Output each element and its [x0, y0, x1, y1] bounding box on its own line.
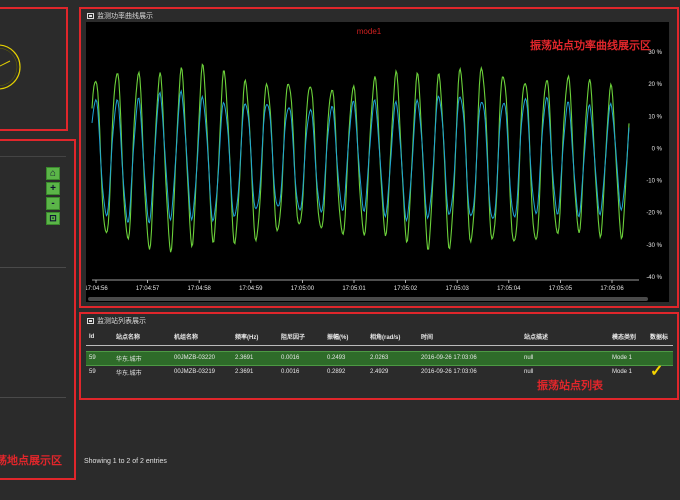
x-tick-label: 17:04:58 — [188, 286, 212, 292]
home-icon[interactable]: ⌂ — [46, 167, 60, 180]
chart-panel-header: 监测功率曲线展示 — [87, 11, 153, 21]
table-cell: 0.2493 — [324, 350, 367, 366]
table-cell: null — [521, 350, 609, 366]
table-cell: 2.3691 — [232, 350, 278, 366]
x-tick-label: 17:05:06 — [600, 286, 624, 292]
column-header[interactable]: 振幅(%) — [324, 329, 367, 346]
map-divider — [0, 397, 66, 398]
table-panel-header: 监测站列表展示 — [87, 316, 146, 326]
table-region-annotation: 振荡站点列表 — [537, 379, 603, 392]
zoom-in-icon[interactable]: + — [46, 182, 60, 195]
chart-scrollbar — [88, 297, 648, 301]
table-cell: 00JMZB-03220 — [171, 350, 232, 366]
column-header[interactable]: 机组名称 — [171, 329, 232, 346]
table-cell: 0.0016 — [281, 369, 300, 376]
zoom-out-icon[interactable]: - — [46, 197, 60, 210]
column-header[interactable]: 站点名称 — [113, 329, 171, 346]
x-tick-label: 17:04:57 — [136, 286, 160, 292]
table-cell: 2016-09-26 17:03:06 — [421, 369, 477, 376]
gauge-dial — [0, 44, 21, 90]
panel-window-icon — [87, 13, 94, 19]
y-tick-label: -40 % — [646, 275, 662, 281]
table-cell: Mode 1 — [612, 369, 633, 376]
y-tick-label: 10 % — [648, 114, 662, 120]
x-tick-label: 17:05:03 — [446, 286, 470, 292]
table-cell: 2016-09-26 17:03:06 — [418, 350, 521, 366]
table-cell: 00JMZB-03219 — [174, 369, 216, 376]
y-tick-label: 20 % — [648, 82, 662, 88]
table-cell: Mode 1 — [609, 350, 647, 366]
chart-region-annotation: 振荡站点功率曲线展示区 — [530, 39, 651, 52]
table-cell: 2.3691 — [235, 369, 254, 376]
map-area[interactable]: ⌂ + - ⊡ — [0, 156, 66, 464]
check-icon: ✓ — [650, 363, 664, 381]
table-info: Showing 1 to 2 of 2 entries — [84, 458, 167, 465]
map-divider — [0, 267, 66, 268]
power-line-chart: mode1 17:04:56 17:04:57 17:04:58 17:04:59 17:… — [86, 27, 663, 301]
gauge-panel — [0, 7, 68, 131]
chart-area[interactable]: mode1 17:04:56 17:04:57 17:04:58 17:04:59 17:… — [86, 22, 669, 302]
table-row[interactable]: 59 华东.城市 00JMZB-03220 2.3691 0.0016 0.2493 2.0… — [86, 350, 673, 366]
column-header[interactable]: 站点描述 — [521, 329, 609, 346]
chart-title: mode1 — [357, 27, 382, 36]
x-tick-label: 17:05:04 — [497, 286, 521, 292]
y-tick-label: -10 % — [646, 179, 662, 185]
table-panel-title: 监测站列表展示 — [97, 318, 146, 325]
y-tick-label: -30 % — [646, 243, 662, 249]
x-tick-label: 17:05:01 — [342, 286, 366, 292]
x-tick-label: 17:04:56 — [86, 286, 108, 292]
column-header[interactable]: 数据标 — [647, 329, 673, 346]
map-panel: ⌂ + - ⊡ — [0, 139, 76, 480]
table-header-row: Id 站点名称 机组名称 频率(Hz) 阻尼因子 振幅(%) 相角(rad/s) 时间 站点描述… — [86, 329, 673, 346]
table-cell: 2.0263 — [367, 350, 418, 366]
chart-panel-title: 监测功率曲线展示 — [97, 13, 153, 20]
x-tick-label: 17:05:02 — [394, 286, 418, 292]
column-header[interactable]: 时间 — [418, 329, 521, 346]
column-header[interactable]: 阻尼因子 — [278, 329, 324, 346]
x-tick-label: 17:05:05 — [549, 286, 573, 292]
table-cell: 0.0016 — [278, 350, 324, 366]
column-header[interactable]: 相角(rad/s) — [367, 329, 418, 346]
table-cell: 59 — [86, 350, 113, 366]
x-tick-label: 17:05:00 — [291, 286, 315, 292]
table-cell: 2.4929 — [370, 369, 389, 376]
station-table: Id 站点名称 机组名称 频率(Hz) 阻尼因子 振幅(%) 相角(rad/s) 时间 站点描述… — [86, 329, 673, 381]
map-region-annotation: 荡地点展示区 — [0, 454, 62, 467]
column-header[interactable]: 模态类别 — [609, 329, 647, 346]
table-cell: 59 — [89, 369, 96, 376]
y-tick-label: -20 % — [646, 211, 662, 217]
table-cell: 华东.城市 — [113, 350, 171, 366]
table-cell: 华东.城市 — [116, 370, 142, 377]
column-header[interactable]: Id — [86, 329, 113, 346]
select-area-icon[interactable]: ⊡ — [46, 212, 60, 225]
column-header[interactable]: 频率(Hz) — [232, 329, 278, 346]
series-line-green — [91, 63, 630, 253]
y-tick-label: 0 % — [652, 146, 663, 152]
panel-window-icon — [87, 318, 94, 324]
table-cell: 0.2892 — [327, 369, 346, 376]
x-tick-label: 17:04:59 — [239, 286, 263, 292]
